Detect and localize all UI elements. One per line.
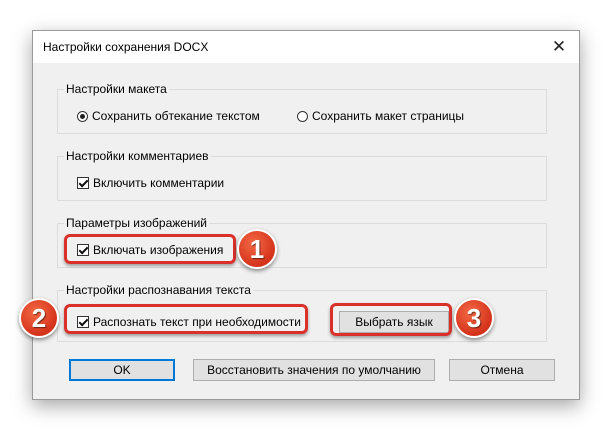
docx-save-settings-dialog: Настройки сохранения DOCX ✕ Настройки ма…: [32, 30, 580, 400]
annotation-badge-2: 2: [19, 298, 59, 338]
radio-button-icon[interactable]: [297, 111, 308, 122]
checkbox-label: Включить комментарии: [93, 176, 225, 190]
ok-button[interactable]: OK: [69, 359, 175, 381]
ocr-settings-legend: Настройки распознавания текста: [64, 283, 253, 297]
annotation-badge-1: 1: [237, 229, 277, 269]
highlight-recognize-text: [64, 304, 308, 334]
radio-button-icon[interactable]: [77, 111, 88, 122]
close-icon[interactable]: ✕: [539, 31, 579, 63]
title-bar[interactable]: Настройки сохранения DOCX ✕: [33, 31, 579, 63]
cancel-button[interactable]: Отмена: [449, 359, 555, 381]
image-settings-legend: Параметры изображений: [64, 216, 209, 230]
window-title: Настройки сохранения DOCX: [43, 40, 209, 54]
layout-settings-legend: Настройки макета: [64, 82, 169, 96]
radio-label: Сохранить обтекание текстом: [92, 109, 260, 123]
restore-defaults-button[interactable]: Восстановить значения по умолчанию: [193, 359, 435, 381]
checkbox-include-comments[interactable]: Включить комментарии: [77, 176, 224, 190]
radio-keep-page-layout[interactable]: Сохранить макет страницы: [297, 109, 464, 123]
checkbox-icon[interactable]: [77, 177, 89, 189]
highlight-select-language: [330, 303, 452, 336]
highlight-include-images: [64, 234, 236, 264]
comments-settings-legend: Настройки комментариев: [64, 149, 211, 163]
radio-label: Сохранить макет страницы: [312, 109, 465, 123]
radio-keep-text-wrap[interactable]: Сохранить обтекание текстом: [77, 109, 260, 123]
annotation-badge-3: 3: [454, 298, 494, 338]
